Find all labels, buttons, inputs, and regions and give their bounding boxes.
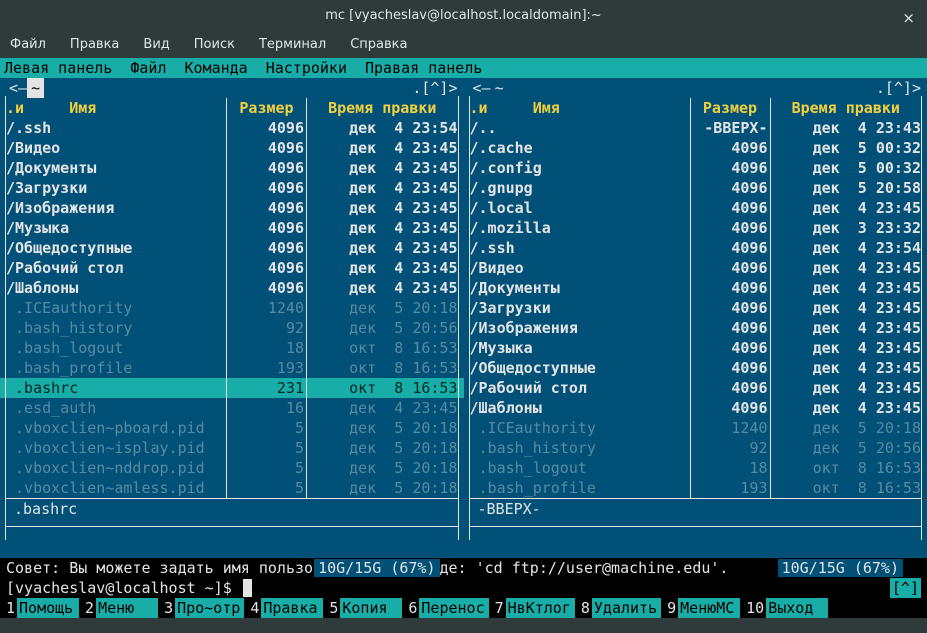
- panels-container: <— ~ .[^]> .и Имя Размер Время правки /.…: [0, 78, 927, 558]
- fkey-6[interactable]: 6Перенос: [402, 598, 488, 618]
- file-row[interactable]: .vboxclien~isplay.pid5дек 5 20:18: [0, 438, 464, 458]
- close-icon[interactable]: ×: [902, 8, 915, 28]
- file-row[interactable]: /.config4096дек 5 00:32: [464, 158, 927, 178]
- file-row[interactable]: .bash_logout18окт 8 16:53: [0, 338, 464, 358]
- file-row[interactable]: .bash_profile193окт 8 16:53: [464, 478, 927, 498]
- file-row[interactable]: .ICEauthority1240дек 5 20:18: [0, 298, 464, 318]
- file-row[interactable]: .bashrc231окт 8 16:53: [0, 378, 464, 398]
- right-panel-diskinfo: 10G/15G (67%): [464, 518, 927, 538]
- window-title: mc [vyacheslav@localhost.localdomain]:~: [325, 6, 602, 26]
- menu-edit[interactable]: Правка: [66, 33, 123, 57]
- fkey-8[interactable]: 8Удалить: [575, 598, 661, 618]
- fkey-3[interactable]: 3Про~отр: [158, 598, 244, 618]
- left-panel-rows[interactable]: /.ssh4096дек 4 23:54/Видео4096дек 4 23:4…: [0, 118, 464, 498]
- file-row[interactable]: /Документы4096дек 4 23:45: [0, 158, 464, 178]
- fkey-4[interactable]: 4Правка: [244, 598, 323, 618]
- file-row[interactable]: .bash_history92дек 5 20:56: [464, 438, 927, 458]
- file-row[interactable]: .ICEauthority1240дек 5 20:18: [464, 418, 927, 438]
- cursor-icon: [243, 579, 252, 597]
- file-row[interactable]: /.ssh4096дек 4 23:54: [0, 118, 464, 138]
- right-panel-header: .и Имя Размер Время правки: [464, 98, 927, 118]
- file-row[interactable]: .bash_history92дек 5 20:56: [0, 318, 464, 338]
- file-row[interactable]: .bash_profile193окт 8 16:53: [0, 358, 464, 378]
- mc-menu-file[interactable]: Файл: [130, 58, 166, 78]
- file-row[interactable]: /Загрузки4096дек 4 23:45: [0, 178, 464, 198]
- mc-menu-right[interactable]: Правая панель: [365, 58, 482, 78]
- fkey-9[interactable]: 9МенюMC: [661, 598, 740, 618]
- file-row[interactable]: /Видео4096дек 4 23:45: [0, 138, 464, 158]
- file-row[interactable]: /Шаблоны4096дек 4 23:45: [0, 278, 464, 298]
- menu-help[interactable]: Справка: [346, 33, 411, 57]
- fkey-1[interactable]: 1Помощь: [0, 598, 79, 618]
- file-row[interactable]: /Общедоступные4096дек 4 23:45: [0, 238, 464, 258]
- file-row[interactable]: .bash_logout18окт 8 16:53: [464, 458, 927, 478]
- file-row[interactable]: /.cache4096дек 5 00:32: [464, 138, 927, 158]
- file-row[interactable]: /Рабочий стол4096дек 4 23:45: [464, 378, 927, 398]
- file-row[interactable]: /.mozilla4096дек 3 23:32: [464, 218, 927, 238]
- prompt-history-icon[interactable]: [^]: [890, 578, 921, 598]
- left-panel-header: .и Имя Размер Время правки: [0, 98, 464, 118]
- menu-file[interactable]: Файл: [6, 33, 50, 57]
- file-row[interactable]: .vboxclien~pboard.pid5дек 5 20:18: [0, 418, 464, 438]
- file-row[interactable]: /Видео4096дек 4 23:45: [464, 258, 927, 278]
- file-row[interactable]: /.local4096дек 4 23:45: [464, 198, 927, 218]
- mc-menu-left[interactable]: Левая панель: [4, 58, 112, 78]
- fkey-7[interactable]: 7НвКтлог: [489, 598, 575, 618]
- right-panel: <— ~ .[^]> .и Имя Размер Время правки /.…: [464, 78, 927, 558]
- file-row[interactable]: /Музыка4096дек 4 23:45: [0, 218, 464, 238]
- file-row[interactable]: /Рабочий стол4096дек 4 23:45: [0, 258, 464, 278]
- file-row[interactable]: /Загрузки4096дек 4 23:45: [464, 298, 927, 318]
- app-menubar: Файл Правка Вид Поиск Терминал Справка: [0, 32, 927, 58]
- mc-menubar: Левая панель Файл Команда Настройки Прав…: [0, 58, 927, 78]
- right-panel-path[interactable]: <— ~ .[^]>: [464, 78, 927, 98]
- file-row[interactable]: .esd_auth16дек 4 23:45: [0, 398, 464, 418]
- file-row[interactable]: /.ssh4096дек 4 23:54: [464, 238, 927, 258]
- file-row[interactable]: .vboxclien~amless.pid5дек 5 20:18: [0, 478, 464, 498]
- file-row[interactable]: /.gnupg4096дек 5 20:58: [464, 178, 927, 198]
- menu-view[interactable]: Вид: [139, 33, 173, 57]
- shell-prompt[interactable]: [vyacheslav@localhost ~]$ [^]: [0, 578, 927, 598]
- mc-menu-command[interactable]: Команда: [185, 58, 248, 78]
- mc-menu-options[interactable]: Настройки: [266, 58, 347, 78]
- file-row[interactable]: /Общедоступные4096дек 4 23:45: [464, 358, 927, 378]
- file-row[interactable]: .vboxclien~nddrop.pid5дек 5 20:18: [0, 458, 464, 478]
- fkey-10[interactable]: 10Выход: [740, 598, 828, 618]
- menu-terminal[interactable]: Терминал: [255, 33, 330, 57]
- file-row[interactable]: /..-ВВЕРХ-дек 4 23:43: [464, 118, 927, 138]
- fkey-5[interactable]: 5Копия: [323, 598, 402, 618]
- file-row[interactable]: /Документы4096дек 4 23:45: [464, 278, 927, 298]
- file-row[interactable]: /Изображения4096дек 4 23:45: [0, 198, 464, 218]
- fkey-2[interactable]: 2Меню: [79, 598, 158, 618]
- menu-search[interactable]: Поиск: [190, 33, 239, 57]
- file-row[interactable]: /Изображения4096дек 4 23:45: [464, 318, 927, 338]
- panel-scroll-arrows[interactable]: .[^]>: [876, 78, 921, 98]
- right-panel-status: -ВВЕРХ-: [470, 498, 922, 518]
- left-panel-diskinfo: 10G/15G (67%): [0, 518, 464, 538]
- function-keys: 1Помощь2Меню3Про~отр4Правка5Копия6Перено…: [0, 598, 927, 618]
- panel-scroll-arrows[interactable]: .[^]>: [412, 78, 457, 98]
- file-row[interactable]: /Шаблоны4096дек 4 23:45: [464, 398, 927, 418]
- left-panel-status: .bashrc: [6, 498, 458, 518]
- left-panel: <— ~ .[^]> .и Имя Размер Время правки /.…: [0, 78, 464, 558]
- window-titlebar: mc [vyacheslav@localhost.localdomain]:~ …: [0, 0, 927, 32]
- right-panel-rows[interactable]: /..-ВВЕРХ-дек 4 23:43/.cache4096дек 5 00…: [464, 118, 927, 498]
- left-panel-path[interactable]: <— ~ .[^]>: [0, 78, 464, 98]
- file-row[interactable]: /Музыка4096дек 4 23:45: [464, 338, 927, 358]
